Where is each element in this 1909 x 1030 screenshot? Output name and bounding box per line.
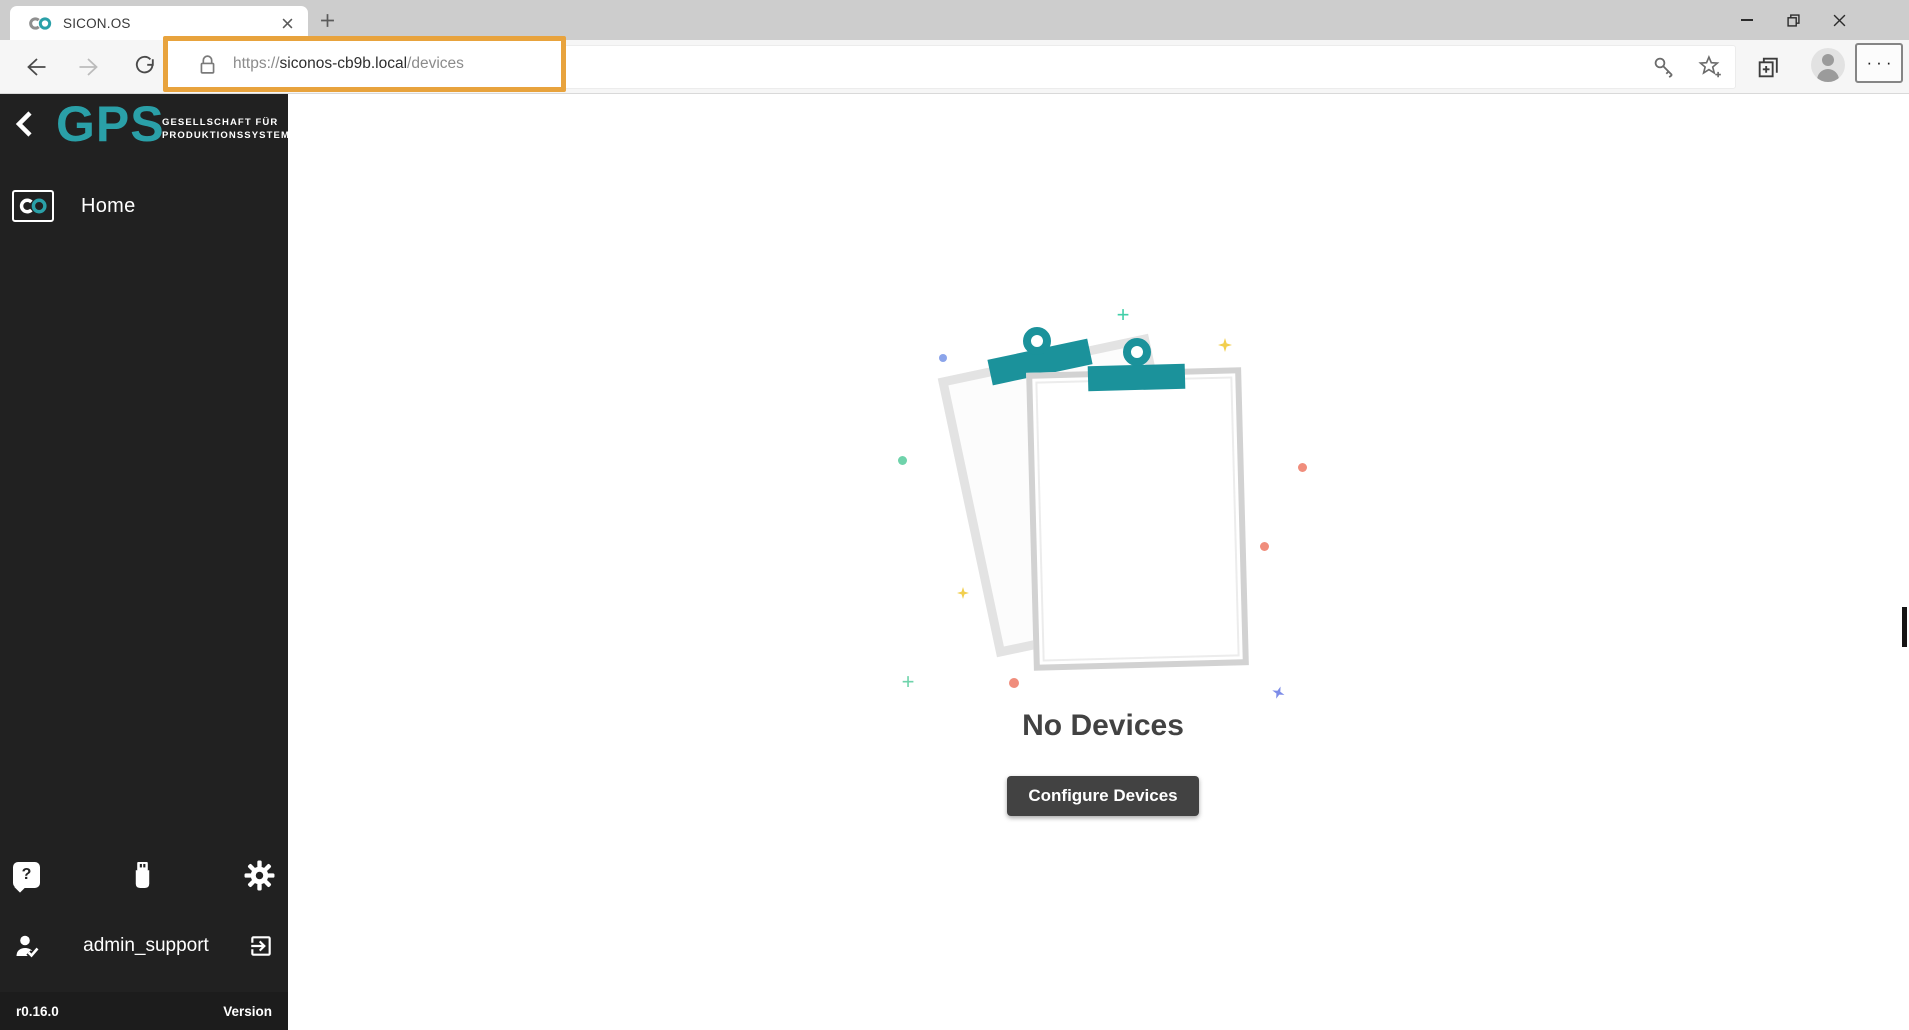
browser-tab[interactable]: SICON.OS bbox=[10, 6, 308, 40]
sidebar-item-home[interactable]: Home bbox=[0, 182, 288, 230]
minimize-icon[interactable] bbox=[1724, 0, 1770, 40]
cursor-artifact bbox=[1902, 607, 1907, 647]
decoration-dot bbox=[898, 456, 907, 465]
sidebar-tools-row: ? bbox=[0, 846, 288, 904]
url-path: /devices bbox=[407, 55, 464, 72]
sicon-favicon bbox=[28, 16, 52, 31]
refresh-icon[interactable] bbox=[131, 53, 159, 81]
gps-logo: GPS bbox=[56, 94, 165, 154]
favorite-star-icon[interactable] bbox=[1696, 53, 1724, 81]
configure-devices-button[interactable]: Configure Devices bbox=[1007, 776, 1199, 816]
url-text[interactable]: https://siconos-cb9b.local/devices bbox=[233, 55, 464, 73]
gps-logo-subtitle-line2: PRODUKTIONSSYSTEME bbox=[162, 129, 288, 142]
sidebar: GPS GESELLSCHAFT FÜR PRODUKTIONSSYSTEME … bbox=[0, 94, 288, 1030]
lock-icon[interactable] bbox=[198, 53, 217, 76]
url-scheme: https:// bbox=[233, 55, 280, 72]
user-row[interactable]: admin_support bbox=[0, 918, 288, 974]
home-icon bbox=[12, 190, 54, 222]
user-check-icon bbox=[14, 933, 44, 960]
decoration-sparkle bbox=[1218, 338, 1232, 357]
decoration-sparkle bbox=[1268, 684, 1286, 705]
forward-arrow-icon[interactable] bbox=[76, 53, 104, 81]
tab-close-icon[interactable] bbox=[276, 12, 298, 34]
decoration-dot bbox=[1009, 678, 1019, 688]
usb-icon[interactable] bbox=[130, 860, 155, 891]
decoration-dot bbox=[1298, 463, 1307, 472]
sidebar-item-label: Home bbox=[81, 195, 136, 218]
decoration-sparkle bbox=[957, 586, 969, 604]
collapse-chevron-icon[interactable] bbox=[12, 108, 38, 140]
version-value: r0.16.0 bbox=[16, 1004, 59, 1019]
more-menu-button[interactable]: ··· bbox=[1855, 43, 1903, 83]
empty-state-title: No Devices bbox=[953, 709, 1253, 743]
settings-gear-icon[interactable] bbox=[244, 860, 275, 891]
clipboard-front-paper bbox=[1035, 376, 1239, 661]
window-controls bbox=[1724, 0, 1862, 40]
url-host: siconos-cb9b.local bbox=[280, 55, 408, 72]
logout-icon[interactable] bbox=[248, 933, 274, 959]
back-arrow-icon[interactable] bbox=[21, 53, 49, 81]
address-highlight-box: https://siconos-cb9b.local/devices bbox=[163, 36, 566, 92]
titlebar: SICON.OS bbox=[0, 0, 1909, 40]
user-name: admin_support bbox=[44, 935, 248, 957]
clipboard-back-ring bbox=[1023, 327, 1051, 355]
restore-icon[interactable] bbox=[1770, 0, 1816, 40]
clipboard-front-clip bbox=[1088, 364, 1186, 392]
help-icon[interactable]: ? bbox=[13, 862, 40, 888]
version-label: Version bbox=[223, 1004, 272, 1019]
decoration-plus: + bbox=[1113, 305, 1133, 325]
key-icon[interactable] bbox=[1650, 53, 1678, 81]
browser-toolbar: https://siconos-cb9b.local/devices ··· bbox=[0, 40, 1909, 94]
decoration-plus: + bbox=[898, 672, 918, 692]
avatar-body bbox=[1817, 69, 1839, 82]
avatar-head bbox=[1822, 54, 1834, 66]
new-tab-icon[interactable] bbox=[315, 8, 339, 32]
clipboard-front-ring bbox=[1123, 338, 1151, 366]
close-icon[interactable] bbox=[1816, 0, 1862, 40]
gps-logo-subtitle-line1: GESELLSCHAFT FÜR bbox=[162, 116, 288, 129]
gps-logo-subtitle: GESELLSCHAFT FÜR PRODUKTIONSSYSTEME bbox=[162, 116, 288, 142]
decoration-dot bbox=[1260, 542, 1269, 551]
main-content: + + No Devices Configure Devices bbox=[288, 94, 1909, 1030]
collections-icon[interactable] bbox=[1754, 53, 1782, 81]
profile-avatar[interactable] bbox=[1811, 48, 1845, 82]
version-row: r0.16.0 Version bbox=[0, 992, 288, 1030]
tab-title: SICON.OS bbox=[63, 16, 276, 31]
decoration-dot bbox=[939, 354, 947, 362]
more-menu-icon: ··· bbox=[1863, 53, 1896, 73]
clipboard-front-illustration bbox=[1026, 367, 1249, 671]
